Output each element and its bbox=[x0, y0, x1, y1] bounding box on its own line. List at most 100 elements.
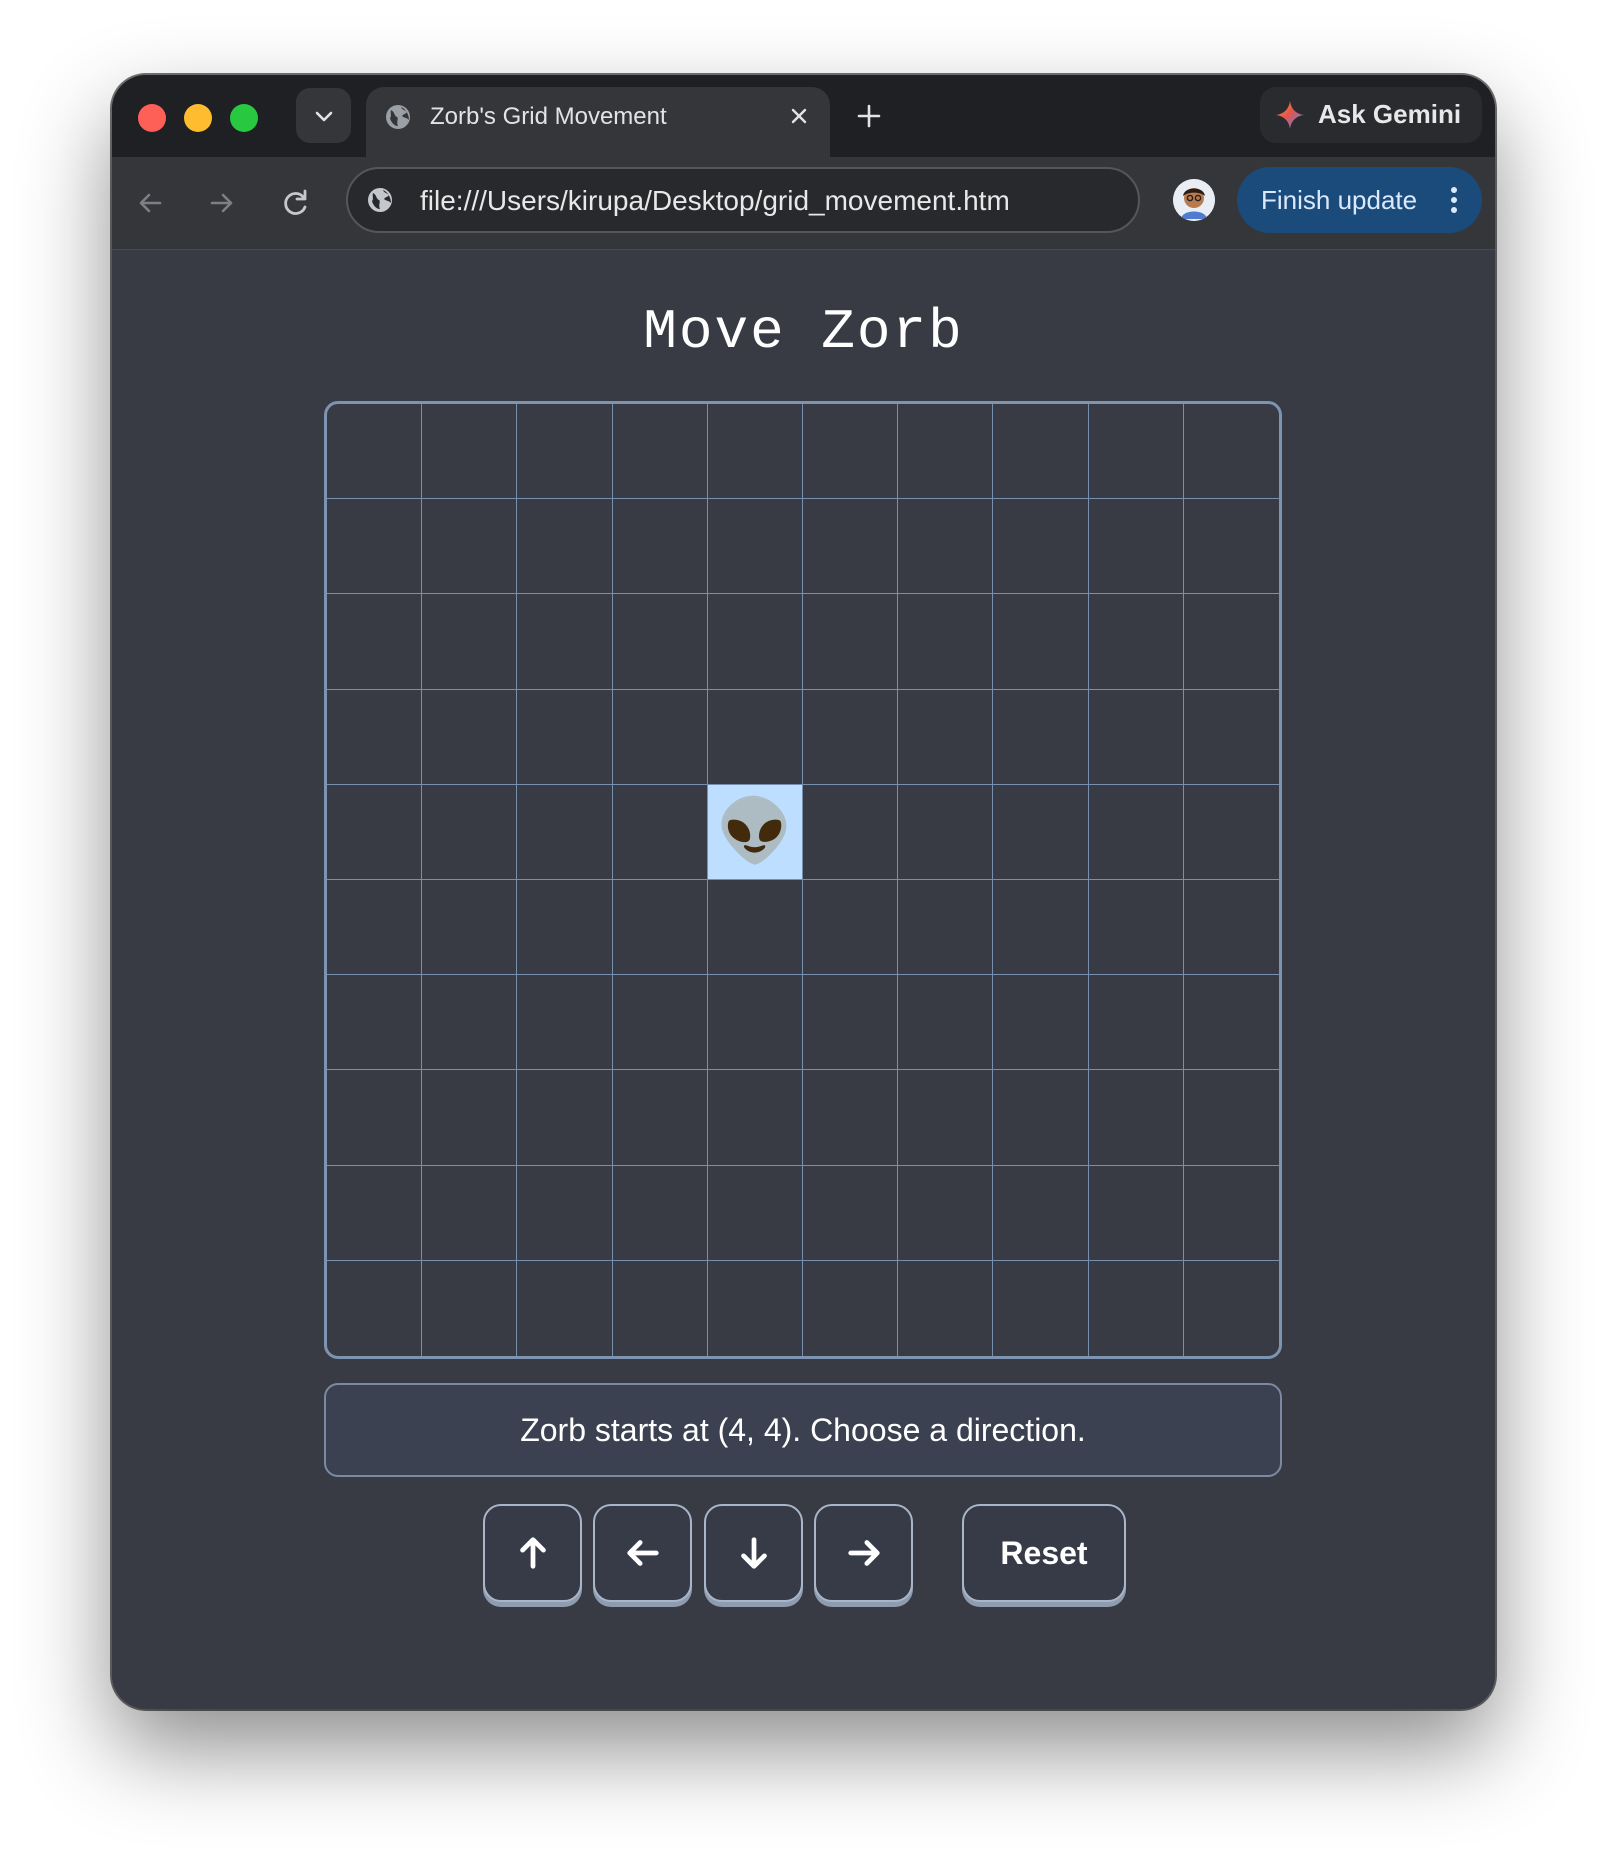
grid-cell bbox=[708, 1260, 803, 1356]
chevron-down-icon bbox=[315, 111, 332, 121]
move-right-button[interactable] bbox=[814, 1504, 913, 1602]
address-bar[interactable]: file:///Users/kirupa/Desktop/grid_moveme… bbox=[346, 167, 1140, 233]
grid-cell bbox=[993, 879, 1089, 976]
active-tab[interactable]: Zorb's Grid Movement bbox=[366, 87, 830, 157]
grid-cell bbox=[1183, 1166, 1279, 1261]
zorb-cell: 👽 bbox=[707, 784, 803, 880]
grid-cell bbox=[517, 404, 613, 500]
grid-cell bbox=[802, 499, 899, 595]
grid-cell bbox=[1183, 404, 1279, 500]
grid-cell bbox=[802, 975, 899, 1071]
grid-cell bbox=[1088, 975, 1184, 1071]
browser-window: Zorb's Grid Movement Ask Gemini file:///… bbox=[112, 75, 1495, 1709]
grid-cell bbox=[993, 689, 1089, 785]
grid-cell bbox=[612, 879, 708, 976]
new-tab-icon[interactable] bbox=[854, 101, 884, 131]
minimize-window-button[interactable] bbox=[184, 104, 212, 132]
grid-cell bbox=[898, 975, 994, 1071]
grid-cell bbox=[327, 1070, 423, 1166]
finish-update-button[interactable]: Finish update bbox=[1237, 167, 1482, 233]
grid-cell bbox=[422, 404, 518, 500]
browser-toolbar: file:///Users/kirupa/Desktop/grid_moveme… bbox=[112, 157, 1495, 250]
grid-cell bbox=[802, 689, 899, 785]
grid-cell bbox=[327, 1165, 423, 1261]
grid-cell bbox=[993, 784, 1089, 880]
grid-cell bbox=[517, 689, 613, 785]
grid-cell bbox=[993, 975, 1089, 1071]
back-arrow-icon[interactable] bbox=[134, 187, 166, 219]
tab-search-button[interactable] bbox=[296, 88, 351, 143]
grid-cell bbox=[802, 879, 899, 976]
close-window-button[interactable] bbox=[138, 104, 166, 132]
grid-cell bbox=[898, 784, 994, 880]
grid-cell bbox=[612, 784, 708, 880]
grid-cell bbox=[612, 689, 708, 785]
grid-cell bbox=[993, 1070, 1089, 1166]
grid-cell bbox=[327, 404, 423, 500]
grid-cell bbox=[612, 975, 708, 1071]
profile-avatar[interactable] bbox=[1173, 179, 1215, 221]
grid-cell bbox=[1183, 594, 1279, 690]
forward-arrow-icon[interactable] bbox=[206, 187, 238, 219]
reset-button[interactable]: Reset bbox=[962, 1504, 1126, 1602]
more-options-icon[interactable] bbox=[1449, 185, 1459, 215]
grid-cell bbox=[803, 1260, 899, 1356]
grid-cell bbox=[1183, 785, 1279, 880]
arrow-right-icon bbox=[847, 1540, 880, 1566]
grid-cell bbox=[422, 1070, 518, 1166]
grid-cell bbox=[517, 784, 613, 880]
grid-cell bbox=[422, 689, 518, 785]
grid-cell bbox=[802, 594, 899, 690]
tab-strip: Zorb's Grid Movement Ask Gemini bbox=[112, 75, 1495, 157]
grid-cell bbox=[993, 404, 1089, 500]
grid-cell bbox=[898, 1165, 994, 1261]
move-left-button[interactable] bbox=[593, 1504, 692, 1602]
grid-cell bbox=[517, 594, 613, 690]
grid-cell bbox=[612, 1070, 708, 1166]
site-info-globe-icon[interactable] bbox=[364, 184, 396, 216]
grid-cell bbox=[898, 689, 994, 785]
grid-cell bbox=[612, 404, 708, 500]
grid-cell bbox=[422, 975, 518, 1071]
zorb-alien-icon: 👽 bbox=[716, 796, 794, 866]
grid-cell bbox=[422, 594, 518, 690]
reload-icon[interactable] bbox=[280, 187, 312, 219]
grid-cell bbox=[898, 594, 994, 690]
ask-gemini-label: Ask Gemini bbox=[1318, 99, 1462, 129]
gemini-sparkle-icon bbox=[1276, 101, 1304, 129]
grid-cell bbox=[802, 1070, 899, 1166]
grid-cell bbox=[1089, 1260, 1184, 1356]
grid-cell bbox=[612, 594, 708, 690]
grid-cell bbox=[612, 499, 708, 595]
move-down-button[interactable] bbox=[704, 1504, 803, 1602]
grid-cell bbox=[422, 879, 518, 976]
grid-cell bbox=[422, 1260, 518, 1356]
grid-cell bbox=[327, 784, 423, 880]
grid-cell bbox=[1184, 1261, 1279, 1356]
page-title: Move Zorb bbox=[643, 300, 964, 364]
grid-cell bbox=[1088, 594, 1184, 690]
grid-cell bbox=[517, 975, 613, 1071]
address-url: file:///Users/kirupa/Desktop/grid_moveme… bbox=[420, 185, 1010, 216]
grid-cell bbox=[1183, 1070, 1279, 1166]
grid-cell bbox=[422, 499, 518, 595]
grid-cell bbox=[707, 1070, 803, 1166]
move-up-button[interactable] bbox=[483, 1504, 582, 1602]
ask-gemini-button[interactable]: Ask Gemini bbox=[1260, 87, 1482, 143]
grid-cell bbox=[1088, 784, 1184, 880]
grid-cell bbox=[993, 594, 1089, 690]
grid-cell bbox=[1088, 404, 1184, 500]
grid-cell bbox=[1088, 1070, 1184, 1166]
grid-cell bbox=[517, 1070, 613, 1166]
status-message: Zorb starts at (4, 4). Choose a directio… bbox=[324, 1383, 1282, 1477]
grid-cell bbox=[517, 1260, 613, 1356]
grid-cell bbox=[898, 1260, 994, 1356]
grid-cell bbox=[707, 879, 803, 976]
grid-cell bbox=[1183, 690, 1279, 785]
grid-cell bbox=[613, 1260, 708, 1356]
close-tab-icon[interactable] bbox=[784, 101, 814, 131]
arrow-up-icon bbox=[519, 1537, 546, 1569]
maximize-window-button[interactable] bbox=[230, 104, 258, 132]
grid-cell bbox=[707, 499, 803, 595]
grid-cell bbox=[422, 784, 518, 880]
